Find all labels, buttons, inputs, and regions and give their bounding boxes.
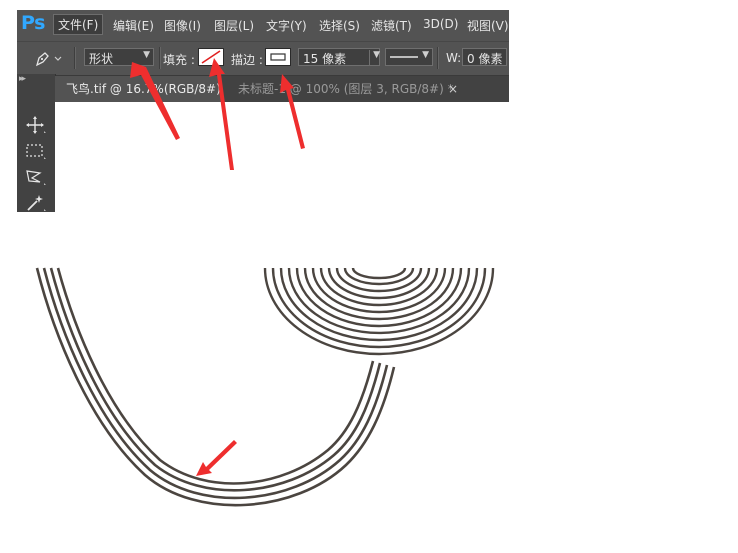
mode-dropdown[interactable]: 形状 ▼ bbox=[84, 48, 154, 66]
mode-value: 形状 bbox=[89, 52, 114, 66]
width-field[interactable]: 0 像素 bbox=[462, 48, 507, 66]
panel-collapse-icon[interactable]: ▸▸ bbox=[19, 74, 26, 84]
lasso-icon[interactable] bbox=[22, 167, 48, 187]
document-tab-bar: 飞鸟.tif @ 16.7%(RGB/8#) 未标题-1 @ 100% (图层 … bbox=[55, 76, 509, 102]
width-label: W: bbox=[446, 51, 462, 65]
toolbox-panel: ▸▸ bbox=[17, 74, 56, 212]
menu-type[interactable]: 文字(Y) bbox=[262, 16, 311, 35]
photoshop-window: Ps 文件(F) 编辑(E) 图像(I) 图层(L) 文字(Y) 选择(S) 滤… bbox=[17, 10, 509, 212]
bird-artwork bbox=[35, 267, 396, 507]
ps-logo: Ps bbox=[21, 12, 45, 34]
menu-3d[interactable]: 3D(D) bbox=[419, 16, 462, 32]
options-separator bbox=[437, 47, 439, 69]
chevron-down-icon: ▼ bbox=[422, 50, 429, 60]
close-icon[interactable]: × bbox=[448, 76, 458, 102]
chevron-down-icon: ▼ bbox=[369, 50, 380, 66]
tab-untitled[interactable]: 未标题-1 @ 100% (图层 3, RGB/8#) * bbox=[238, 76, 463, 102]
options-bar: 形状 ▼ 填充 : 描边 : 15 像素 ▼ ▼ W: 0 像素 bbox=[17, 41, 509, 76]
fill-label: 填充 : bbox=[163, 53, 195, 67]
menu-select[interactable]: 选择(S) bbox=[315, 16, 364, 35]
concentric-semicircles bbox=[263, 267, 495, 356]
tab-feiniao[interactable]: 飞鸟.tif @ 16.7%(RGB/8#) bbox=[55, 76, 221, 102]
stroke-width-value: 15 像素 bbox=[303, 52, 347, 66]
menu-layer[interactable]: 图层(L) bbox=[210, 16, 258, 35]
menu-filter[interactable]: 滤镜(T) bbox=[367, 16, 416, 35]
menu-image[interactable]: 图像(I) bbox=[160, 16, 205, 35]
width-value: 0 像素 bbox=[467, 52, 503, 66]
marquee-icon[interactable] bbox=[22, 141, 48, 161]
stroke-swatch[interactable] bbox=[265, 48, 291, 66]
document-canvas[interactable] bbox=[55, 102, 509, 212]
stroke-style-dropdown[interactable]: ▼ bbox=[385, 48, 433, 66]
chevron-down-icon: ▼ bbox=[143, 50, 150, 60]
menu-edit[interactable]: 编辑(E) bbox=[109, 16, 158, 35]
pen-icon[interactable] bbox=[33, 49, 62, 69]
stroke-width-field[interactable]: 15 像素 ▼ bbox=[298, 48, 380, 66]
menu-file[interactable]: 文件(F) bbox=[53, 14, 104, 35]
magic-wand-icon[interactable] bbox=[22, 193, 48, 212]
stroke-label: 描边 : bbox=[231, 53, 263, 67]
menu-bar: Ps 文件(F) 编辑(E) 图像(I) 图层(L) 文字(Y) 选择(S) 滤… bbox=[17, 10, 509, 40]
menu-view[interactable]: 视图(V) bbox=[463, 16, 509, 35]
options-separator bbox=[159, 47, 161, 69]
move-icon[interactable] bbox=[22, 115, 48, 135]
options-separator bbox=[74, 47, 76, 69]
fill-swatch[interactable] bbox=[198, 48, 224, 66]
stroke-line-icon bbox=[390, 56, 418, 58]
